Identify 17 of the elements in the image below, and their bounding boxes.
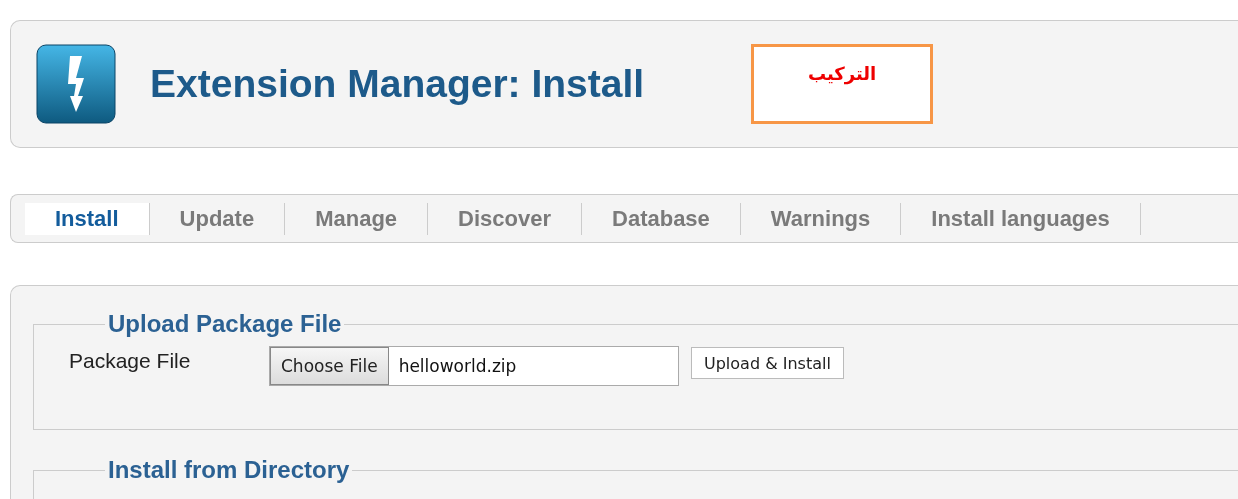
section-legend: Install from Directory [105,456,353,484]
choose-file-button[interactable]: Choose File [270,347,389,385]
tab[interactable]: Update [149,202,286,235]
field-label: Package File [69,349,192,373]
tab[interactable]: Install [25,202,150,235]
file-name: helloworld.zip [398,356,517,376]
page-title: Extension Manager: Install [150,62,645,106]
tab[interactable]: Discover [428,202,582,235]
annotation-text: التركيب [807,63,877,84]
tab[interactable]: Warnings [740,202,902,235]
tab[interactable]: Database [582,202,741,235]
tab[interactable]: Install languages [901,202,1141,235]
tab[interactable]: Manage [285,202,429,235]
upload-install-button[interactable]: Upload & Install [691,347,844,379]
section-legend: Upload Package File [105,310,345,338]
file-input-field[interactable]: Choose File helloworld.zip [269,346,679,386]
lightning-bolt-icon [36,44,116,124]
